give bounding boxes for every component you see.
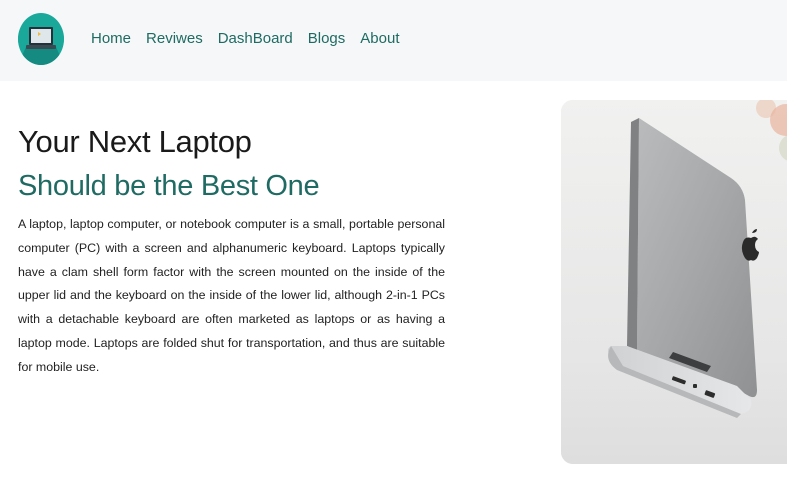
- nav-about[interactable]: About: [360, 30, 399, 48]
- hero-subtitle: Should be the Best One: [18, 170, 320, 202]
- nav-reviews[interactable]: Reviwes: [146, 30, 203, 48]
- navbar: Home Reviwes DashBoard Blogs About: [0, 0, 787, 81]
- hero-description: A laptop, laptop computer, or notebook c…: [18, 217, 445, 374]
- main-nav: Home Reviwes DashBoard Blogs About: [91, 30, 414, 48]
- laptop-logo-icon[interactable]: [18, 13, 64, 65]
- nav-blogs[interactable]: Blogs: [308, 30, 346, 48]
- hero-title: Your Next Laptop: [18, 124, 252, 159]
- nav-home[interactable]: Home: [91, 30, 131, 48]
- laptop-photo: [561, 100, 787, 464]
- nav-dashboard[interactable]: DashBoard: [218, 30, 293, 48]
